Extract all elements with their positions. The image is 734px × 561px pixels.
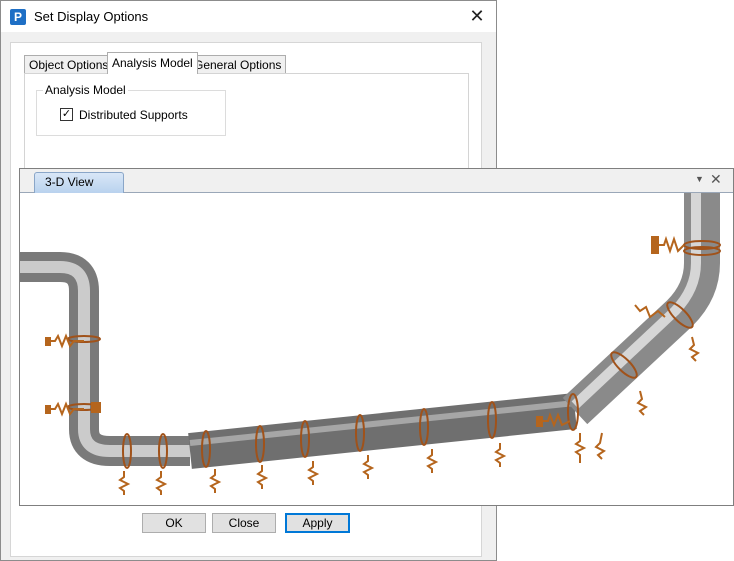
tab-3d-view[interactable]: 3-D View bbox=[34, 172, 124, 193]
apply-button[interactable]: Apply bbox=[285, 513, 350, 533]
3d-view-window: 3-D View ▼ ✕ bbox=[19, 168, 734, 506]
tab-general-options[interactable]: General Options bbox=[189, 55, 287, 73]
groupbox-title: Analysis Model bbox=[43, 83, 128, 97]
close-button[interactable]: Close bbox=[212, 513, 276, 533]
dialog-title: Set Display Options bbox=[34, 9, 149, 24]
tab-analysis-model[interactable]: Analysis Model bbox=[107, 52, 198, 74]
close-view-icon[interactable]: ✕ bbox=[710, 171, 722, 188]
tab-object-options[interactable]: Object Options bbox=[24, 55, 114, 73]
pipe-model-render bbox=[20, 193, 721, 495]
pipe-segment-main bbox=[188, 393, 577, 469]
ok-button[interactable]: OK bbox=[142, 513, 206, 533]
close-icon[interactable]: ✕ bbox=[463, 3, 491, 29]
app-logo-icon: P bbox=[10, 9, 26, 25]
title-bar: P Set Display Options ✕ bbox=[1, 1, 496, 32]
view-header: 3-D View ▼ ✕ bbox=[20, 169, 733, 193]
distributed-supports-label[interactable]: Distributed Supports bbox=[79, 108, 188, 122]
distributed-supports-checkbox[interactable]: ✓ bbox=[60, 108, 73, 121]
chevron-down-icon[interactable]: ▼ bbox=[695, 174, 704, 184]
3d-viewport[interactable] bbox=[20, 193, 733, 505]
pipe-segment-left bbox=[20, 252, 190, 466]
